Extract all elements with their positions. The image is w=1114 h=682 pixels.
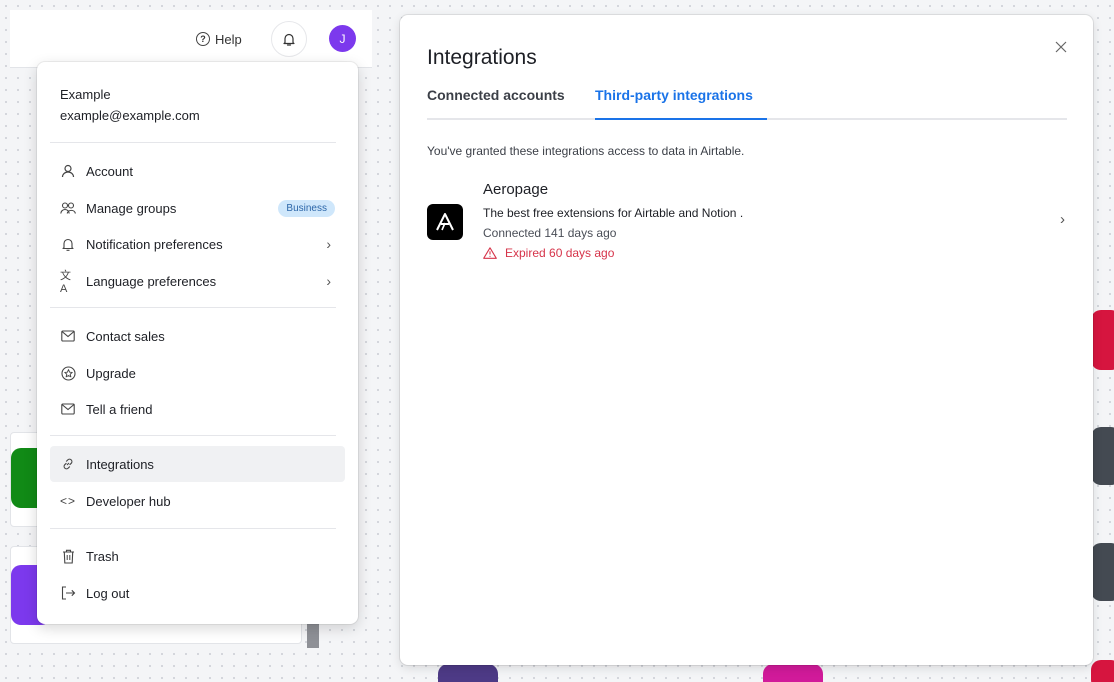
help-label: Help bbox=[215, 31, 242, 47]
bell-icon bbox=[60, 236, 76, 252]
menu-item-contact-sales[interactable]: Contact sales bbox=[50, 318, 345, 354]
integration-name: Aeropage bbox=[483, 181, 549, 198]
base-tile-magenta[interactable] bbox=[763, 664, 823, 682]
menu-item-trash[interactable]: Trash bbox=[50, 538, 345, 574]
menu-item-label: Log out bbox=[86, 585, 130, 601]
tab-connected-accounts[interactable]: Connected accounts bbox=[427, 87, 565, 103]
menu-item-label: Tell a friend bbox=[86, 401, 153, 417]
menu-divider bbox=[50, 142, 336, 143]
expired-label: Expired 60 days ago bbox=[505, 246, 615, 260]
menu-item-integrations[interactable]: Integrations bbox=[50, 446, 345, 482]
menu-item-language-preferences[interactable]: 文A Language preferences › bbox=[50, 263, 345, 299]
menu-divider bbox=[50, 528, 336, 529]
user-name: Example bbox=[60, 87, 111, 102]
account-menu: Example example@example.com Account Mana… bbox=[37, 62, 358, 624]
upgrade-icon bbox=[60, 365, 76, 381]
menu-item-label: Trash bbox=[86, 548, 119, 564]
menu-divider bbox=[50, 307, 336, 308]
grant-description: You've granted these integrations access… bbox=[427, 144, 745, 158]
menu-item-upgrade[interactable]: Upgrade bbox=[50, 355, 345, 391]
aeropage-logo bbox=[427, 204, 463, 240]
base-tile-gray[interactable] bbox=[1091, 427, 1114, 485]
menu-item-tell-a-friend[interactable]: Tell a friend bbox=[50, 391, 345, 427]
integration-description: The best free extensions for Airtable an… bbox=[483, 206, 744, 220]
menu-item-manage-groups[interactable]: Manage groups Business bbox=[50, 190, 345, 226]
help-button[interactable]: ? Help bbox=[196, 30, 242, 48]
notifications-button[interactable] bbox=[271, 21, 307, 57]
menu-item-label: Contact sales bbox=[86, 328, 165, 344]
menu-item-developer-hub[interactable]: <> Developer hub bbox=[50, 483, 345, 519]
base-tile-red[interactable] bbox=[1091, 660, 1114, 682]
trash-icon bbox=[60, 548, 76, 564]
base-tile-red[interactable] bbox=[1091, 310, 1114, 370]
code-icon: <> bbox=[60, 494, 77, 508]
menu-item-label: Account bbox=[86, 163, 133, 179]
integration-expired-status: Expired 60 days ago bbox=[483, 246, 614, 260]
integration-connected-time: Connected 141 days ago bbox=[483, 226, 617, 240]
menu-divider bbox=[50, 435, 336, 436]
bell-icon bbox=[283, 33, 295, 46]
close-button[interactable] bbox=[1052, 38, 1070, 56]
menu-item-account[interactable]: Account bbox=[50, 153, 345, 189]
chevron-right-icon: › bbox=[1060, 211, 1065, 228]
business-badge: Business bbox=[278, 199, 335, 217]
tab-third-party-integrations[interactable]: Third-party integrations bbox=[595, 87, 753, 103]
integration-row-aeropage[interactable]: Aeropage The best free extensions for Ai… bbox=[427, 179, 1067, 269]
base-tile-indigo[interactable] bbox=[438, 664, 498, 682]
menu-item-notification-preferences[interactable]: Notification preferences › bbox=[50, 226, 345, 262]
base-tile-gray[interactable] bbox=[1091, 543, 1114, 601]
menu-item-label: Developer hub bbox=[86, 493, 171, 509]
integrations-tabs: Connected accounts Third-party integrati… bbox=[427, 87, 1067, 120]
top-bar bbox=[10, 10, 372, 68]
active-tab-indicator bbox=[595, 118, 767, 120]
logout-icon bbox=[60, 585, 76, 601]
chevron-right-icon: › bbox=[326, 236, 331, 252]
close-icon bbox=[1055, 41, 1067, 53]
envelope-icon bbox=[60, 328, 76, 344]
users-icon bbox=[60, 200, 76, 216]
integrations-modal: Integrations Connected accounts Third-pa… bbox=[400, 15, 1093, 665]
avatar[interactable]: J bbox=[329, 25, 356, 52]
modal-title: Integrations bbox=[427, 46, 537, 69]
user-icon bbox=[60, 163, 76, 179]
chevron-right-icon: › bbox=[326, 273, 331, 289]
help-icon: ? bbox=[196, 32, 210, 46]
menu-item-log-out[interactable]: Log out bbox=[50, 575, 345, 611]
warning-icon bbox=[483, 247, 497, 259]
menu-item-label: Notification preferences bbox=[86, 236, 223, 252]
menu-item-label: Manage groups bbox=[86, 200, 177, 216]
user-email: example@example.com bbox=[60, 108, 200, 123]
link-icon bbox=[60, 456, 76, 472]
menu-item-label: Integrations bbox=[86, 456, 154, 472]
translate-icon: 文A bbox=[60, 270, 71, 295]
menu-item-label: Language preferences bbox=[86, 273, 217, 289]
envelope-icon bbox=[60, 401, 76, 417]
menu-item-label: Upgrade bbox=[86, 365, 136, 381]
